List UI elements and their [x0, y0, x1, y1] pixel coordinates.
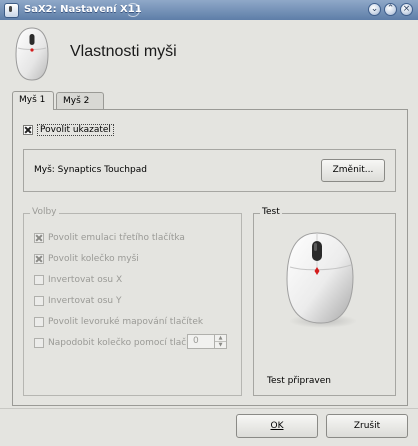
wheel-button-spinbox[interactable]: 0 ▲ ▼	[187, 334, 227, 349]
mouse-icon	[15, 27, 49, 81]
spin-up-icon[interactable]: ▲	[215, 335, 226, 342]
close-button[interactable]: ×	[400, 3, 413, 16]
tab-mouse-1[interactable]: Myš 1	[12, 91, 54, 110]
minimize-button[interactable]: ⌄	[368, 3, 381, 16]
enable-wheel-checkbox[interactable]: Povolit kolečko myši	[34, 254, 139, 264]
test-group: Test Test připraven	[253, 207, 396, 396]
tab-panel: Povolit ukazatel Myš: Synaptics Touchpad…	[12, 109, 408, 406]
enable-pointer-checkbox[interactable]: Povolit ukazatel	[23, 124, 114, 136]
option-label: Invertovat osu X	[48, 275, 123, 285]
invert-y-checkbox[interactable]: Invertovat osu Y	[34, 296, 121, 306]
enable-pointer-label: Povolit ukazatel	[37, 124, 114, 136]
page-title: Vlastnosti myši	[70, 43, 177, 60]
title-bar[interactable]: SaX2: Nastavení X11 ⌄ ⌃ ×	[0, 0, 418, 21]
checkbox-box[interactable]	[23, 125, 33, 135]
footer-divider	[0, 408, 418, 409]
emulate-third-button-checkbox[interactable]: Povolit emulaci třetího tlačítka	[34, 233, 185, 243]
invert-x-checkbox[interactable]: Invertovat osu X	[34, 275, 122, 285]
checkbox-box[interactable]	[34, 275, 44, 285]
checkbox-box[interactable]	[34, 338, 44, 348]
tab-label: Myš 1	[19, 95, 46, 105]
tab-label: Myš 2	[63, 96, 90, 106]
dialog-header: Vlastnosti myši	[0, 20, 418, 92]
test-group-title: Test	[260, 207, 282, 217]
cancel-button[interactable]: Zrušit	[326, 414, 408, 438]
option-label: Napodobit kolečko pomocí tlačítka	[48, 338, 203, 348]
app-icon[interactable]	[4, 3, 19, 18]
checkbox-box[interactable]	[34, 233, 44, 243]
option-label: Invertovat osu Y	[48, 296, 122, 306]
spinbox-value: 0	[193, 336, 199, 346]
spinbox-buttons: ▲ ▼	[214, 335, 226, 348]
maximize-button[interactable]: ⌃	[384, 3, 397, 16]
mouse-device-label: Myš: Synaptics Touchpad	[34, 165, 147, 175]
option-label: Povolit levoruké mapování tlačítek	[48, 317, 204, 327]
swirl-icon	[126, 3, 140, 17]
ok-button-label: OK	[270, 421, 284, 431]
left-handed-checkbox[interactable]: Povolit levoruké mapování tlačítek	[34, 317, 203, 327]
option-label: Povolit kolečko myši	[48, 254, 139, 264]
tab-mouse-2[interactable]: Myš 2	[56, 92, 104, 109]
change-mouse-button[interactable]: Změnit...	[321, 159, 385, 182]
options-group: Volby Povolit emulaci třetího tlačítka P…	[23, 207, 242, 396]
option-label: Povolit emulaci třetího tlačítka	[48, 233, 185, 243]
ok-button[interactable]: OK	[236, 414, 318, 438]
window-title: SaX2: Nastavení X11	[24, 4, 142, 15]
test-mouse-icon[interactable]	[281, 229, 359, 329]
mouse-device-frame: Myš: Synaptics Touchpad Změnit...	[23, 149, 396, 192]
checkbox-box[interactable]	[34, 254, 44, 264]
emulate-wheel-checkbox[interactable]: Napodobit kolečko pomocí tlačítka	[34, 338, 203, 348]
checkbox-box[interactable]	[34, 296, 44, 306]
test-status: Test připraven	[267, 376, 331, 386]
spin-down-icon[interactable]: ▼	[215, 342, 226, 348]
cancel-button-label: Zrušit	[353, 421, 381, 431]
options-group-title: Volby	[30, 207, 59, 217]
checkbox-box[interactable]	[34, 317, 44, 327]
